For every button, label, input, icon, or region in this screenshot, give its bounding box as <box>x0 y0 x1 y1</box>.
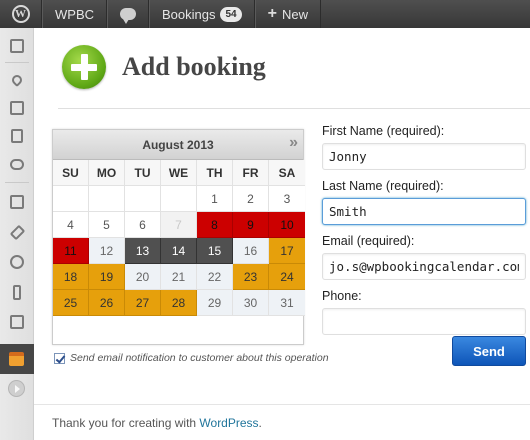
calendar-day[interactable]: 8 <box>197 212 233 238</box>
calendar-day[interactable]: 25 <box>53 290 89 316</box>
menu-separator <box>5 62 29 63</box>
new-content-button[interactable]: + New <box>254 0 321 28</box>
calendar-grid: SU MO TU WE TH FR SA 1 2 3 4 5 6 7 8 9 10 11 12 13 14 15 16 17 1… <box>53 160 305 316</box>
footer: Thank you for creating with WordPress. <box>52 416 262 430</box>
calendar-day[interactable]: 17 <box>269 238 305 264</box>
calendar-day[interactable]: 9 <box>233 212 269 238</box>
first-name-field[interactable] <box>322 143 526 170</box>
admin-bar: W WPBC Bookings 54 + New <box>0 0 530 28</box>
calendar-day[interactable]: 11 <box>53 238 89 264</box>
wordpress-logo-button[interactable]: W <box>0 0 42 28</box>
last-name-field[interactable] <box>322 198 526 225</box>
calendar-day[interactable]: 26 <box>89 290 125 316</box>
last-name-label: Last Name (required): <box>322 179 444 193</box>
pages-icon[interactable] <box>7 126 27 146</box>
bookings-label: Bookings <box>162 6 216 22</box>
calendar-day[interactable]: 19 <box>89 264 125 290</box>
notify-label: Send email notification to customer abou… <box>70 352 329 364</box>
notify-checkbox[interactable] <box>54 352 65 364</box>
weekday-header: SU <box>53 160 89 186</box>
comments-icon[interactable] <box>7 154 27 174</box>
site-name-label: WPBC <box>55 6 94 22</box>
users-icon[interactable] <box>7 252 27 272</box>
comment-bubble-icon <box>120 8 136 24</box>
booking-calendar-icon <box>9 352 24 366</box>
admin-sidebar <box>0 28 41 440</box>
add-booking-plus-icon <box>62 45 106 89</box>
email-field[interactable] <box>322 253 526 280</box>
appearance-icon[interactable] <box>7 192 27 212</box>
calendar-day[interactable]: 1 <box>197 186 233 212</box>
booking-calendar: August 2013 » SU MO TU WE TH FR SA 1 2 3 4 5 6 7 8 9 10 1… <box>52 129 305 345</box>
calendar-day[interactable]: 30 <box>233 290 269 316</box>
calendar-day[interactable]: 2 <box>233 186 269 212</box>
new-label: New <box>281 6 308 22</box>
calendar-empty-cell <box>125 186 161 212</box>
next-month-icon[interactable]: » <box>289 134 298 152</box>
dashboard-icon[interactable] <box>7 36 27 56</box>
calendar-day: 7 <box>161 212 197 238</box>
plugins-icon[interactable] <box>7 222 27 242</box>
calendar-day[interactable]: 28 <box>161 290 197 316</box>
bookings-count-badge: 54 <box>220 6 242 22</box>
send-button[interactable]: Send <box>452 336 526 366</box>
collapse-menu-icon[interactable] <box>8 380 25 397</box>
tools-icon[interactable] <box>7 282 27 302</box>
calendar-month-label: August 2013 <box>142 137 214 152</box>
calendar-day[interactable]: 12 <box>89 238 125 264</box>
menu-separator <box>5 182 29 183</box>
page-header: Add booking <box>62 44 266 90</box>
calendar-day[interactable]: 6 <box>125 212 161 238</box>
footer-text: Thank you for creating with <box>52 416 200 430</box>
main-content: Add booking August 2013 » SU MO TU WE TH FR SA… <box>34 28 530 440</box>
calendar-day[interactable]: 14 <box>161 238 197 264</box>
calendar-day[interactable]: 3 <box>269 186 305 212</box>
calendar-empty-cell <box>161 186 197 212</box>
calendar-day[interactable]: 22 <box>197 264 233 290</box>
wordpress-logo-icon: W <box>11 5 30 23</box>
calendar-header: August 2013 » <box>53 130 303 160</box>
pin-icon[interactable] <box>7 70 27 90</box>
calendar-day[interactable]: 5 <box>89 212 125 238</box>
phone-label: Phone: <box>322 289 362 303</box>
bookings-menu-button[interactable]: Bookings 54 <box>149 0 255 28</box>
weekday-header: MO <box>89 160 125 186</box>
wordpress-link[interactable]: WordPress <box>199 416 258 430</box>
weekday-header: TH <box>197 160 233 186</box>
weekday-header: TU <box>125 160 161 186</box>
footer-period: . <box>258 416 262 430</box>
weekday-header: FR <box>233 160 269 186</box>
booking-form: First Name (required): Last Name (requir… <box>322 124 528 344</box>
header-divider <box>58 108 530 109</box>
page-title: Add booking <box>122 52 266 81</box>
media-icon[interactable] <box>7 98 27 118</box>
settings-icon[interactable] <box>7 312 27 332</box>
calendar-empty-cell <box>89 186 125 212</box>
calendar-day[interactable]: 21 <box>161 264 197 290</box>
calendar-empty-cell <box>53 186 89 212</box>
calendar-day[interactable]: 15 <box>197 238 233 264</box>
booking-calendar-menu-item[interactable] <box>0 344 41 374</box>
weekday-header: WE <box>161 160 197 186</box>
calendar-day[interactable]: 4 <box>53 212 89 238</box>
plus-icon: + <box>267 5 277 22</box>
calendar-day[interactable]: 18 <box>53 264 89 290</box>
footer-divider <box>34 404 530 405</box>
calendar-day[interactable]: 13 <box>125 238 161 264</box>
comments-button[interactable] <box>107 0 149 28</box>
first-name-label: First Name (required): <box>322 124 445 138</box>
weekday-header: SA <box>269 160 305 186</box>
email-label: Email (required): <box>322 234 415 248</box>
calendar-day[interactable]: 24 <box>269 264 305 290</box>
calendar-day[interactable]: 20 <box>125 264 161 290</box>
calendar-day[interactable]: 31 <box>269 290 305 316</box>
calendar-day[interactable]: 10 <box>269 212 305 238</box>
calendar-day[interactable]: 29 <box>197 290 233 316</box>
calendar-day[interactable]: 23 <box>233 264 269 290</box>
calendar-day[interactable]: 27 <box>125 290 161 316</box>
calendar-day[interactable]: 16 <box>233 238 269 264</box>
site-name-link[interactable]: WPBC <box>42 0 107 28</box>
phone-field[interactable] <box>322 308 526 335</box>
notify-option: Send email notification to customer abou… <box>54 352 329 364</box>
